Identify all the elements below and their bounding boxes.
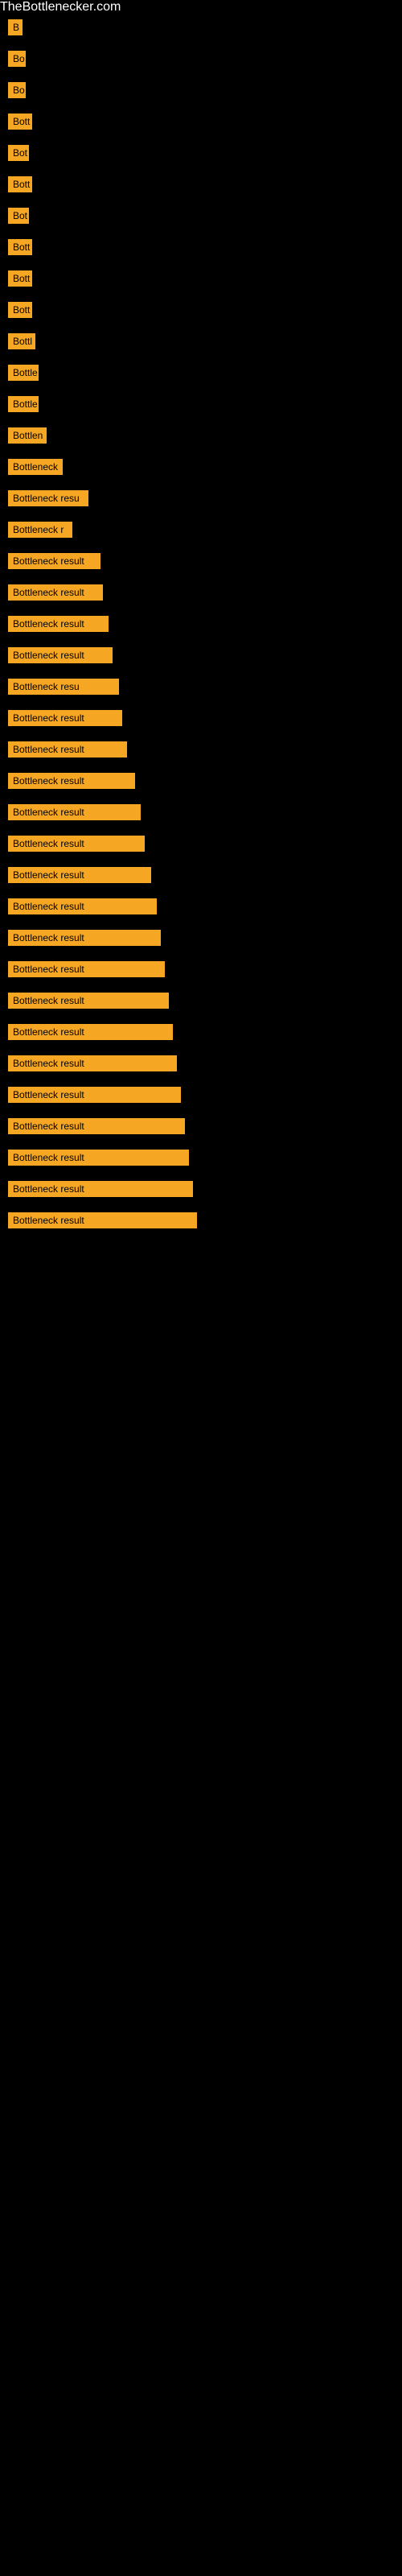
- list-item: Bottleneck result: [0, 1145, 402, 1174]
- bottleneck-label: Bottleneck result: [8, 867, 151, 883]
- list-item: Bottleneck resu: [0, 674, 402, 704]
- list-item: Bottleneck result: [0, 988, 402, 1018]
- items-list: B Bo Bo Bott Bot Bott Bot Bott Bott Bott Bottl Bott…: [0, 14, 402, 1237]
- bottleneck-label: Bottleneck result: [8, 710, 122, 726]
- bottleneck-label: Bo: [8, 82, 26, 98]
- bottleneck-label: Bottleneck resu: [8, 679, 119, 695]
- list-item: Bottleneck r: [0, 517, 402, 547]
- list-item: Bottleneck result: [0, 611, 402, 641]
- list-item: Bottleneck result: [0, 1051, 402, 1080]
- list-item: Bottleneck result: [0, 956, 402, 986]
- list-item: Bottleneck resu: [0, 485, 402, 515]
- bottleneck-label: Bott: [8, 270, 32, 287]
- list-item: Bottleneck result: [0, 705, 402, 735]
- bottleneck-label: Bottleneck result: [8, 1150, 189, 1166]
- list-item: Bottleneck result: [0, 1176, 402, 1206]
- list-item: Bottle: [0, 391, 402, 421]
- list-item: Bottleneck result: [0, 1113, 402, 1143]
- list-item: Bottleneck result: [0, 1019, 402, 1049]
- bottleneck-label: Bottl: [8, 333, 35, 349]
- list-item: Bottle: [0, 360, 402, 390]
- bottleneck-label: Bott: [8, 239, 32, 255]
- list-item: Bott: [0, 266, 402, 295]
- list-item: Bott: [0, 109, 402, 138]
- bottleneck-label: Bott: [8, 302, 32, 318]
- bottleneck-label: Bo: [8, 51, 26, 67]
- bottleneck-label: Bottleneck result: [8, 961, 165, 977]
- list-item: Bottleneck result: [0, 799, 402, 829]
- bottleneck-label: Bottleneck result: [8, 1087, 181, 1103]
- bottleneck-label: Bottleneck result: [8, 1212, 197, 1228]
- bottleneck-label: B: [8, 19, 23, 35]
- list-item: Bottleneck result: [0, 737, 402, 766]
- bottleneck-label: Bottleneck result: [8, 898, 157, 914]
- bottleneck-label: Bottleneck result: [8, 584, 103, 601]
- bottleneck-label: Bottleneck result: [8, 1118, 185, 1134]
- list-item: Bott: [0, 234, 402, 264]
- list-item: Bottleneck result: [0, 925, 402, 955]
- list-item: Bottl: [0, 328, 402, 358]
- bottleneck-label: Bottle: [8, 396, 39, 412]
- bottleneck-label: Bottleneck result: [8, 773, 135, 789]
- bottleneck-label: Bottleneck: [8, 459, 63, 475]
- bottleneck-label: Bottleneck result: [8, 930, 161, 946]
- list-item: Bo: [0, 46, 402, 76]
- bottleneck-label: Bott: [8, 114, 32, 130]
- list-item: Bottlen: [0, 423, 402, 452]
- bottleneck-label: Bot: [8, 145, 29, 161]
- bottleneck-label: Bot: [8, 208, 29, 224]
- list-item: Bottleneck: [0, 454, 402, 484]
- list-item: Bot: [0, 203, 402, 233]
- bottleneck-label: Bott: [8, 176, 32, 192]
- list-item: Bott: [0, 297, 402, 327]
- bottleneck-label: Bottleneck resu: [8, 490, 88, 506]
- bottleneck-label: Bottleneck result: [8, 1055, 177, 1071]
- list-item: Bottleneck result: [0, 894, 402, 923]
- bottleneck-label: Bottleneck result: [8, 553, 100, 569]
- list-item: Bottleneck result: [0, 831, 402, 861]
- bottleneck-label: Bottleneck result: [8, 647, 113, 663]
- bottleneck-label: Bottleneck result: [8, 836, 145, 852]
- list-item: Bottleneck result: [0, 862, 402, 892]
- bottleneck-label: Bottleneck result: [8, 741, 127, 758]
- bottleneck-label: Bottleneck result: [8, 804, 141, 820]
- list-item: Bottleneck result: [0, 1082, 402, 1112]
- list-item: Bottleneck result: [0, 768, 402, 798]
- list-item: Bottleneck result: [0, 548, 402, 578]
- bottleneck-label: Bottleneck result: [8, 1181, 193, 1197]
- bottleneck-label: Bottleneck result: [8, 993, 169, 1009]
- list-item: Bo: [0, 77, 402, 107]
- bottleneck-label: Bottleneck result: [8, 1024, 173, 1040]
- site-title: TheBottlenecker.com: [0, 0, 402, 14]
- list-item: Bot: [0, 140, 402, 170]
- list-item: Bottleneck result: [0, 642, 402, 672]
- bottleneck-label: Bottleneck r: [8, 522, 72, 538]
- bottleneck-label: Bottlen: [8, 427, 47, 444]
- list-item: Bottleneck result: [0, 580, 402, 609]
- list-item: Bottleneck result: [0, 1208, 402, 1237]
- bottleneck-label: Bottleneck result: [8, 616, 109, 632]
- bottleneck-label: Bottle: [8, 365, 39, 381]
- list-item: Bott: [0, 171, 402, 201]
